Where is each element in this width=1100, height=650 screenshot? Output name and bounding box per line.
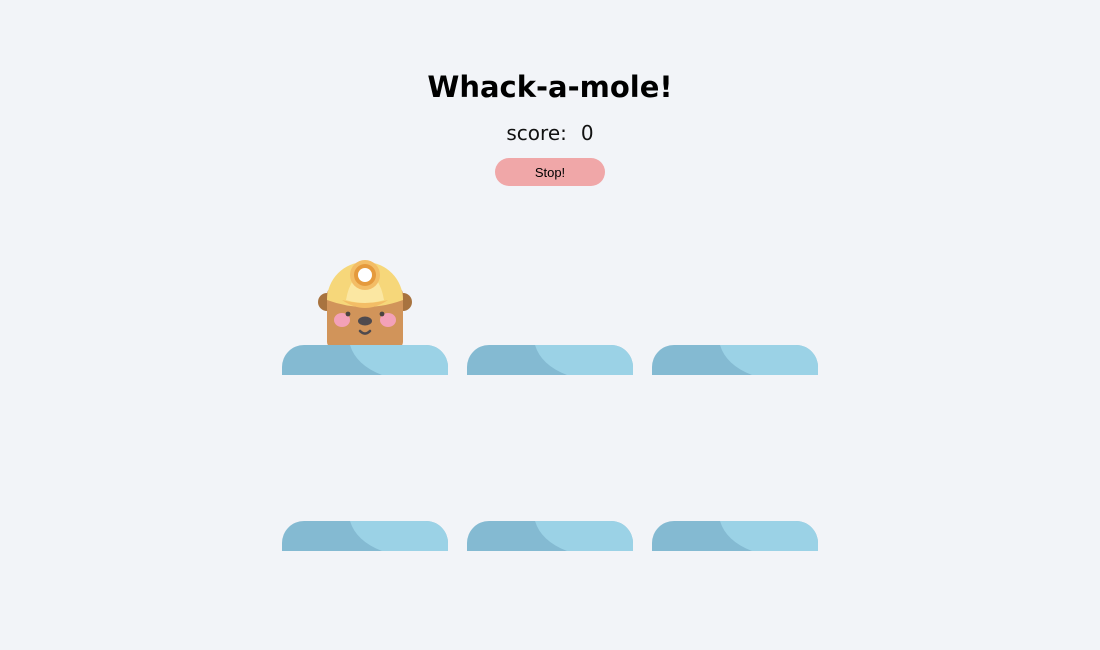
hole-3[interactable] bbox=[652, 345, 818, 375]
score-value: 0 bbox=[580, 121, 594, 145]
game-title: Whack-a-mole! bbox=[427, 70, 673, 104]
hole-mound bbox=[467, 521, 633, 551]
hole-5[interactable] bbox=[467, 521, 633, 551]
score-display: score: 0 bbox=[0, 121, 1100, 145]
hole-6[interactable] bbox=[652, 521, 818, 551]
hole-mound bbox=[652, 345, 818, 375]
hole-1[interactable] bbox=[282, 260, 448, 375]
hole-2[interactable] bbox=[467, 345, 633, 375]
hole-mound bbox=[467, 345, 633, 375]
score-label: score: bbox=[506, 121, 567, 145]
hole-mound bbox=[652, 521, 818, 551]
hole-mound bbox=[282, 521, 448, 551]
hole-4[interactable] bbox=[282, 521, 448, 551]
miner-mole-icon[interactable] bbox=[318, 256, 412, 348]
hole-mound bbox=[282, 345, 448, 375]
stop-button[interactable]: Stop! bbox=[495, 158, 605, 186]
